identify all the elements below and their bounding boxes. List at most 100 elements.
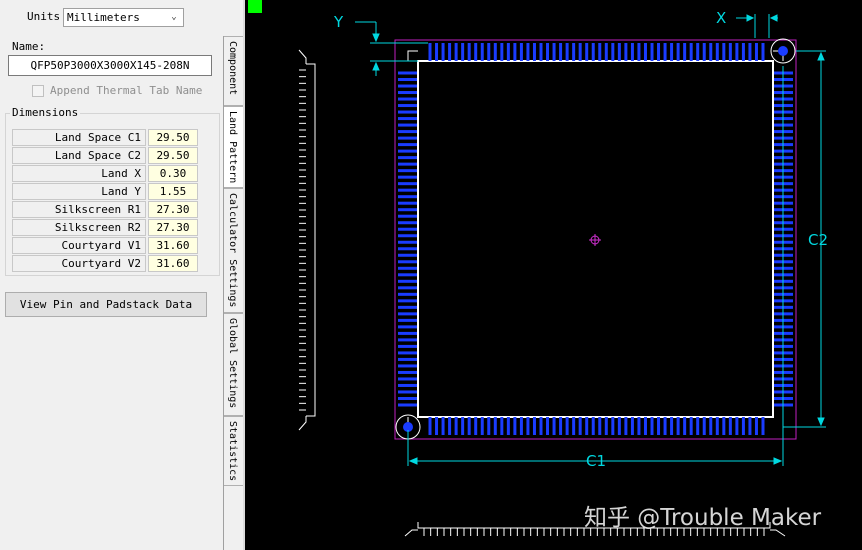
dimension-value[interactable]: 29.50 (148, 129, 198, 146)
pad (448, 43, 452, 61)
pad (398, 136, 417, 140)
pad (398, 130, 417, 134)
dimensions-title: Dimensions (10, 106, 81, 119)
pad (670, 417, 674, 435)
pad (702, 43, 706, 61)
pad (650, 417, 654, 435)
dim-label-x: X (716, 9, 726, 27)
pad (676, 43, 680, 61)
pad (728, 417, 732, 435)
pad (398, 195, 417, 199)
pad (461, 43, 465, 61)
pad (480, 43, 484, 61)
watermark-text: 知乎 @Trouble Maker (584, 505, 822, 531)
pad (683, 417, 687, 435)
name-field[interactable]: QFP50P3000X3000X145-208N (8, 55, 212, 76)
dimension-value[interactable]: 1.55 (148, 183, 198, 200)
pad (435, 417, 439, 435)
dimension-value[interactable]: 31.60 (148, 255, 198, 272)
dimension-row: Silkscreen R2 27.30 (12, 219, 198, 236)
tab-global-settings[interactable]: Global Settings (224, 313, 244, 416)
pad (467, 417, 471, 435)
pad (448, 417, 452, 435)
append-thermal-checkbox[interactable] (32, 85, 44, 97)
tab-label: Component (227, 41, 238, 96)
dim-label-y: Y (333, 13, 344, 31)
dimension-value[interactable]: 29.50 (148, 147, 198, 164)
pad (428, 43, 432, 61)
status-indicator (248, 0, 262, 13)
dimension-value[interactable]: 31.60 (148, 237, 198, 254)
pad (398, 325, 417, 329)
pad (493, 43, 497, 61)
units-value: Millimeters (67, 11, 140, 24)
chevron-down-icon: ⌄ (171, 12, 177, 22)
left-panel: Units Millimeters ⌄ Name: QFP50P3000X300… (0, 0, 224, 550)
dimension-row: Land Space C2 29.50 (12, 147, 198, 164)
pad (552, 417, 556, 435)
pad (761, 43, 765, 61)
pad (398, 143, 417, 147)
dimension-value[interactable]: 0.30 (148, 165, 198, 182)
pad (598, 43, 602, 61)
dimension-label: Courtyard V2 (12, 255, 146, 272)
pad (748, 417, 752, 435)
pad (519, 417, 523, 435)
pad (398, 104, 417, 108)
land-pattern-canvas[interactable]: Y X C1 C2 知乎 @Trouble Maker (245, 0, 862, 550)
pad (539, 43, 543, 61)
pad (630, 417, 634, 435)
dimension-label: Land Space C2 (12, 147, 146, 164)
dimension-row: Courtyard V2 31.60 (12, 255, 198, 272)
pad (722, 43, 726, 61)
pad (398, 253, 417, 257)
pad (617, 43, 621, 61)
pad (689, 417, 693, 435)
tab-land-pattern[interactable]: Land Pattern (224, 106, 244, 188)
pad (696, 417, 700, 435)
pad (513, 417, 517, 435)
pad (398, 240, 417, 244)
vertical-tab-strip: Component Land Pattern Calculator Settin… (223, 36, 244, 550)
pad (398, 377, 417, 381)
pad (559, 43, 563, 61)
pad (428, 417, 432, 435)
pad (526, 417, 530, 435)
pad (578, 43, 582, 61)
pad (398, 273, 417, 277)
pad (546, 417, 550, 435)
pad (676, 417, 680, 435)
pad (398, 84, 417, 88)
dimension-value[interactable]: 27.30 (148, 201, 198, 218)
view-pin-padstack-button[interactable]: View Pin and Padstack Data (5, 292, 207, 317)
pad (643, 43, 647, 61)
pad (611, 43, 615, 61)
tab-label: Statistics (227, 421, 238, 482)
pad (572, 43, 576, 61)
tab-calculator-settings[interactable]: Calculator Settings (224, 188, 244, 313)
dimension-label: Silkscreen R1 (12, 201, 146, 218)
pad (663, 417, 667, 435)
corner-marker-dot (778, 46, 788, 56)
pad (559, 417, 563, 435)
pad (398, 149, 417, 153)
pad (585, 417, 589, 435)
pad (683, 43, 687, 61)
dimension-value[interactable]: 27.30 (148, 219, 198, 236)
dimension-label: Land Y (12, 183, 146, 200)
pad (398, 156, 417, 160)
pad (591, 43, 595, 61)
pad (657, 417, 661, 435)
pad (493, 417, 497, 435)
units-select[interactable]: Millimeters ⌄ (63, 8, 184, 27)
tab-component[interactable]: Component (224, 36, 244, 106)
tab-statistics[interactable]: Statistics (224, 416, 244, 486)
pad (728, 43, 732, 61)
pad (532, 417, 536, 435)
pad (487, 417, 491, 435)
pad (539, 417, 543, 435)
pad (715, 417, 719, 435)
pad (526, 43, 530, 61)
pad (702, 417, 706, 435)
pad (722, 417, 726, 435)
